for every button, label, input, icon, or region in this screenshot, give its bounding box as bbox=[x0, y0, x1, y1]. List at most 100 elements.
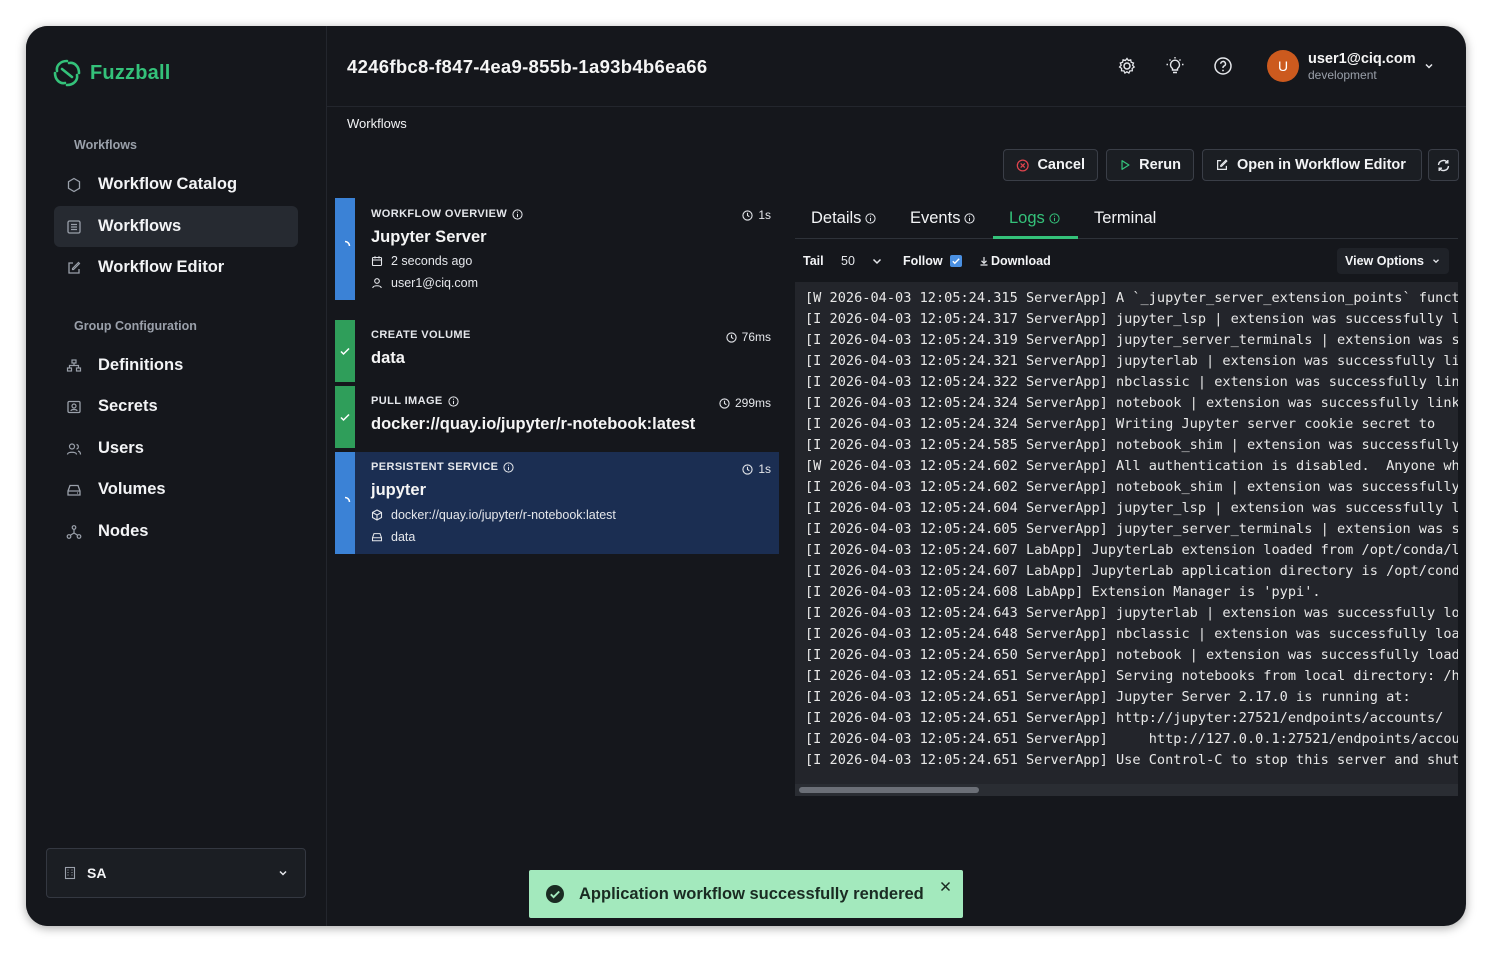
log-line: [I 2026-04-03 12:05:24.321 ServerApp] ju… bbox=[805, 353, 1458, 369]
calendar-icon bbox=[371, 256, 383, 267]
sidebar-item-label: Volumes bbox=[98, 480, 166, 498]
log-line: [I 2026-04-03 12:05:24.322 ServerApp] nb… bbox=[805, 374, 1458, 390]
user-icon bbox=[372, 278, 382, 289]
sidebar-item-secrets[interactable]: Secrets bbox=[54, 386, 298, 427]
log-line: [I 2026-04-03 12:05:24.319 ServerApp] ju… bbox=[805, 332, 1458, 348]
log-line: [I 2026-04-03 12:05:24.608 LabApp] Exten… bbox=[805, 584, 1321, 600]
check-icon bbox=[340, 413, 350, 422]
lightbulb-icon[interactable] bbox=[1165, 56, 1185, 76]
step-duration: 299ms bbox=[719, 396, 771, 410]
scrollbar-thumb[interactable] bbox=[799, 787, 979, 793]
chevron-down-icon[interactable] bbox=[1423, 60, 1435, 72]
log-output[interactable]: [W 2026-04-03 12:05:24.315 ServerApp] A … bbox=[795, 282, 1458, 796]
refresh-button[interactable] bbox=[1428, 149, 1459, 181]
fuzzball-logo-icon bbox=[53, 59, 81, 87]
info-icon[interactable] bbox=[512, 208, 523, 220]
rerun-button-label: Rerun bbox=[1139, 157, 1181, 173]
info-icon[interactable] bbox=[448, 395, 459, 407]
user-email[interactable]: user1@ciq.com bbox=[1308, 51, 1416, 67]
log-line: [I 2026-04-03 12:05:24.643 ServerApp] ju… bbox=[805, 605, 1458, 621]
sidebar-item-workflows[interactable]: Workflows bbox=[54, 206, 298, 247]
log-line: [I 2026-04-03 12:05:24.650 ServerApp] no… bbox=[805, 647, 1458, 663]
sitemap-icon bbox=[66, 358, 82, 372]
step-duration: 76ms bbox=[726, 330, 771, 344]
log-line: [I 2026-04-03 12:05:24.648 ServerApp] nb… bbox=[805, 626, 1458, 642]
step-type-label: CREATE VOLUME bbox=[371, 329, 471, 341]
tab-active-indicator bbox=[993, 236, 1078, 239]
building-icon bbox=[64, 866, 76, 880]
help-icon[interactable] bbox=[1213, 56, 1233, 76]
step-type: WORKFLOW OVERVIEW bbox=[371, 208, 523, 220]
section-title-group-configuration: Group Configuration bbox=[74, 319, 197, 333]
download-icon bbox=[980, 257, 988, 266]
chevron-down-icon bbox=[1433, 259, 1439, 264]
sidebar-item-volumes[interactable]: Volumes bbox=[54, 469, 298, 510]
info-icon[interactable] bbox=[503, 461, 515, 473]
tab-terminal[interactable]: Terminal bbox=[1094, 209, 1156, 228]
sidebar-item-nodes[interactable]: Nodes bbox=[54, 511, 298, 552]
brand[interactable]: Fuzzball bbox=[52, 58, 171, 88]
cancel-circle-icon bbox=[1016, 158, 1029, 172]
tab-logs[interactable]: Logs bbox=[1009, 209, 1060, 228]
tab-details[interactable]: Details bbox=[811, 209, 877, 228]
log-line: [I 2026-04-03 12:05:24.607 LabApp] Jupyt… bbox=[805, 563, 1458, 579]
step-owner-label: user1@ciq.com bbox=[391, 276, 479, 290]
cancel-button-label: Cancel bbox=[1037, 157, 1085, 173]
play-icon bbox=[1121, 160, 1130, 170]
step-name: Jupyter Server bbox=[371, 228, 487, 246]
log-line: [I 2026-04-03 12:05:24.651 ServerApp] Us… bbox=[805, 752, 1458, 768]
step-workflow-overview[interactable]: WORKFLOW OVERVIEW 1s Jupyter Server 2 se… bbox=[335, 198, 779, 300]
follow-checkbox[interactable] bbox=[950, 255, 962, 267]
clock-icon bbox=[719, 397, 730, 409]
log-line: [I 2026-04-03 12:05:24.651 ServerApp] Ju… bbox=[805, 689, 1411, 705]
gear-icon[interactable] bbox=[1117, 56, 1137, 76]
brand-name: Fuzzball bbox=[90, 61, 171, 84]
log-line: [I 2026-04-03 12:05:24.605 ServerApp] ju… bbox=[805, 521, 1458, 537]
step-type: PULL IMAGE bbox=[371, 395, 459, 407]
sidebar-item-label: Nodes bbox=[98, 522, 149, 540]
download-button[interactable]: Download bbox=[979, 254, 1051, 268]
step-status-bar bbox=[335, 198, 355, 300]
close-icon[interactable] bbox=[940, 881, 951, 892]
check-icon bbox=[952, 258, 960, 265]
log-line: [I 2026-04-03 12:05:24.602 ServerApp] no… bbox=[805, 479, 1458, 495]
drive-icon bbox=[371, 533, 383, 542]
rerun-button[interactable]: Rerun bbox=[1106, 149, 1194, 181]
view-options-button[interactable]: View Options bbox=[1337, 248, 1449, 274]
log-panel: Tail 50 Follow Download View Options [W … bbox=[795, 240, 1458, 796]
nodes-icon bbox=[66, 524, 82, 539]
view-options-label: View Options bbox=[1345, 254, 1424, 268]
step-duration-label: 299ms bbox=[734, 396, 771, 410]
sidebar-item-label: Workflow Catalog bbox=[98, 175, 238, 193]
horizontal-scrollbar[interactable] bbox=[795, 784, 1458, 796]
sidebar-item-label: Secrets bbox=[98, 397, 158, 415]
log-line: [W 2026-04-03 12:05:24.315 ServerApp] A … bbox=[805, 290, 1458, 306]
follow-label: Follow bbox=[903, 254, 943, 268]
org-select[interactable]: SA bbox=[46, 848, 306, 898]
step-volume-label: data bbox=[391, 530, 416, 544]
info-icon bbox=[964, 213, 976, 224]
check-circle-icon bbox=[546, 885, 564, 903]
step-status-bar bbox=[335, 452, 355, 554]
step-persistent-service[interactable]: PERSISTENT SERVICE 1s jupyter docker://q… bbox=[335, 452, 779, 554]
cancel-button[interactable]: Cancel bbox=[1003, 149, 1098, 181]
step-duration: 1s bbox=[742, 462, 771, 476]
step-type-label: PERSISTENT SERVICE bbox=[371, 461, 499, 473]
avatar[interactable]: U bbox=[1267, 50, 1299, 82]
step-duration-label: 1s bbox=[758, 462, 771, 476]
refresh-icon bbox=[1437, 159, 1450, 171]
tail-select[interactable]: 50 bbox=[831, 248, 893, 274]
tab-label: Terminal bbox=[1094, 209, 1157, 227]
step-create-volume[interactable]: CREATE VOLUME 76ms data bbox=[335, 320, 779, 382]
sidebar-item-users[interactable]: Users bbox=[54, 428, 298, 469]
sidebar-item-workflow-editor[interactable]: Workflow Editor bbox=[54, 247, 298, 288]
tab-events[interactable]: Events bbox=[910, 209, 976, 228]
log-line: [I 2026-04-03 12:05:24.324 ServerApp] Wr… bbox=[805, 416, 1436, 432]
log-line: [I 2026-04-03 12:05:24.607 LabApp] Jupyt… bbox=[805, 542, 1458, 558]
step-pull-image[interactable]: PULL IMAGE 299ms docker://quay.io/jupyte… bbox=[335, 386, 779, 448]
users-icon bbox=[66, 442, 82, 455]
sidebar-item-definitions[interactable]: Definitions bbox=[54, 345, 298, 386]
breadcrumb[interactable]: Workflows bbox=[347, 116, 407, 131]
open-in-workflow-editor-button[interactable]: Open in Workflow Editor bbox=[1202, 149, 1422, 181]
sidebar-item-workflow-catalog[interactable]: Workflow Catalog bbox=[54, 164, 298, 205]
